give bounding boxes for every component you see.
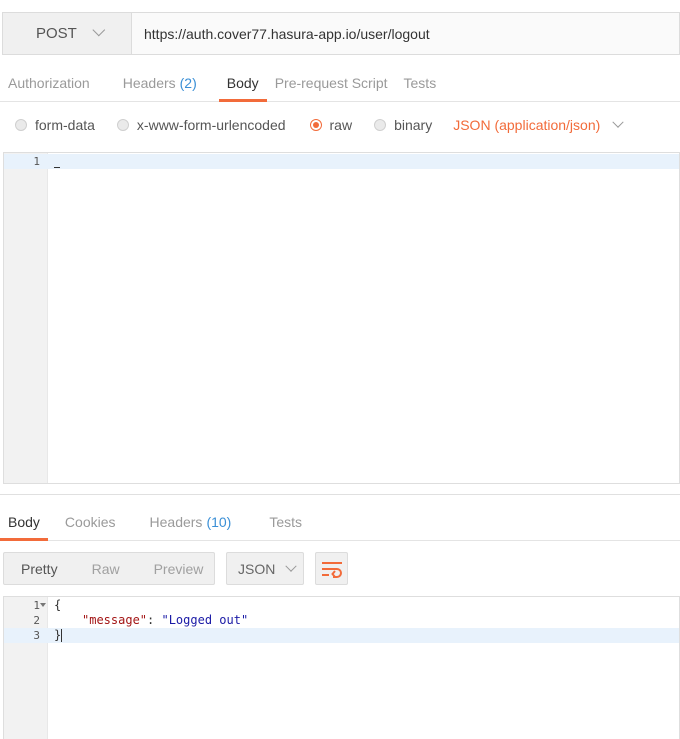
request-tabs: Authorization Headers (2) Body Pre-reque… bbox=[0, 64, 680, 102]
format-label: JSON bbox=[238, 560, 276, 577]
radio-button[interactable] bbox=[374, 119, 387, 131]
editor-line: 2 "message": "Logged out" bbox=[4, 613, 679, 628]
response-toolbar: Pretty Raw Preview JSON bbox=[0, 552, 680, 585]
option-label: x-www-form-urlencoded bbox=[136, 117, 286, 133]
tab-label: Cookies bbox=[64, 513, 116, 530]
url-input[interactable]: https://auth.cover77.hasura-app.io/user/… bbox=[132, 13, 679, 54]
tab-label: Body bbox=[226, 74, 259, 91]
line-number: 3 bbox=[33, 629, 40, 642]
option-label: binary bbox=[394, 117, 433, 133]
tab-label: Authorization bbox=[8, 74, 90, 91]
tab-headers[interactable]: Headers (2) bbox=[115, 64, 205, 101]
tab-label: Tests bbox=[403, 74, 437, 91]
line-gutter bbox=[4, 153, 48, 483]
view-preview[interactable]: Preview bbox=[137, 561, 221, 577]
json-key: "message" bbox=[82, 613, 148, 627]
tab-cookies[interactable]: Cookies bbox=[57, 503, 124, 540]
option-raw[interactable]: raw bbox=[309, 117, 353, 133]
tab-body[interactable]: Body bbox=[218, 64, 267, 102]
line-code: "message": "Logged out" bbox=[82, 613, 248, 628]
line-number: 1 bbox=[33, 599, 40, 612]
line-code bbox=[54, 154, 60, 169]
tab-label: Headers bbox=[149, 513, 203, 530]
tab-authorization[interactable]: Authorization bbox=[0, 64, 98, 101]
line-code: } bbox=[54, 628, 63, 643]
request-bar: POST https://auth.cover77.hasura-app.io/… bbox=[2, 12, 680, 55]
tab-label: Tests bbox=[269, 513, 303, 530]
fold-arrow-icon[interactable] bbox=[40, 603, 46, 607]
line-code: { bbox=[54, 598, 62, 612]
tab-label: Pre-request Script bbox=[274, 74, 388, 91]
option-label: form-data bbox=[35, 117, 95, 133]
radio-button[interactable] bbox=[116, 119, 129, 131]
tab-response-headers[interactable]: Headers (10) bbox=[142, 503, 240, 540]
tab-response-body[interactable]: Body bbox=[0, 503, 48, 541]
wrap-lines-icon bbox=[321, 561, 342, 578]
method-select[interactable]: POST bbox=[3, 13, 132, 54]
view-mode-group: Pretty Raw Preview bbox=[3, 552, 215, 585]
tab-count: (10) bbox=[206, 513, 232, 530]
tab-label: Headers bbox=[122, 74, 176, 91]
text-cursor bbox=[61, 629, 63, 642]
wrap-lines-button[interactable] bbox=[315, 552, 348, 585]
section-divider bbox=[0, 494, 680, 495]
request-body-editor[interactable]: 1 bbox=[3, 152, 680, 484]
chevron-down-icon bbox=[285, 560, 298, 572]
option-label: raw bbox=[329, 117, 353, 133]
json-separator: : bbox=[147, 613, 162, 627]
content-type-select[interactable]: JSON (application/json) bbox=[453, 116, 624, 133]
radio-button[interactable] bbox=[15, 119, 27, 131]
closing-brace: } bbox=[54, 628, 62, 642]
radio-button-checked[interactable] bbox=[309, 119, 322, 131]
option-form-data[interactable]: form-data bbox=[15, 117, 95, 133]
chevron-down-icon bbox=[92, 23, 106, 37]
line-number: 1 bbox=[33, 155, 40, 168]
response-tabs: Body Cookies Headers (10) Tests bbox=[0, 503, 680, 541]
line-number: 2 bbox=[33, 614, 40, 627]
view-raw[interactable]: Raw bbox=[75, 561, 137, 577]
editor-line: 3 } bbox=[4, 628, 679, 643]
url-value: https://auth.cover77.hasura-app.io/user/… bbox=[144, 25, 430, 42]
response-body-viewer[interactable]: 1 { 2 "message": "Logged out" 3 } bbox=[3, 596, 680, 739]
chevron-down-icon bbox=[612, 116, 624, 128]
format-select[interactable]: JSON bbox=[226, 552, 304, 585]
tab-pre-request-script[interactable]: Pre-request Script bbox=[267, 64, 396, 101]
tab-tests[interactable]: Tests bbox=[396, 64, 445, 101]
json-value: "Logged out" bbox=[161, 613, 249, 627]
option-binary[interactable]: binary bbox=[374, 117, 432, 133]
method-label: POST bbox=[36, 25, 77, 42]
text-cursor bbox=[54, 167, 60, 168]
tab-response-tests[interactable]: Tests bbox=[261, 503, 310, 540]
tab-label: Body bbox=[8, 513, 40, 530]
tab-count: (2) bbox=[179, 74, 197, 91]
body-type-options: form-data x-www-form-urlencoded raw bina… bbox=[0, 110, 680, 140]
editor-line: 1 bbox=[4, 154, 679, 169]
content-type-label: JSON (application/json) bbox=[453, 117, 601, 133]
view-pretty[interactable]: Pretty bbox=[4, 561, 75, 577]
editor-line: 1 { bbox=[4, 598, 679, 613]
option-urlencoded[interactable]: x-www-form-urlencoded bbox=[116, 117, 286, 133]
